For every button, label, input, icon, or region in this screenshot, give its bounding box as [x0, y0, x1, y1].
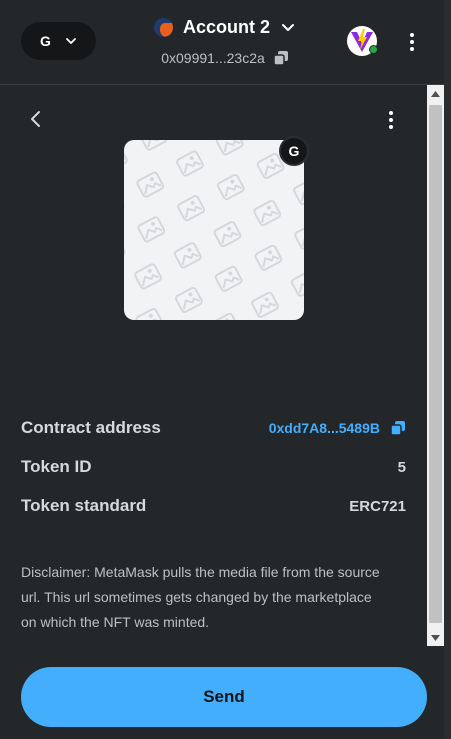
contract-address-label: Contract address — [21, 418, 161, 437]
scroll-down-arrow-icon[interactable] — [427, 629, 444, 646]
kebab-dot — [389, 125, 393, 129]
copy-icon[interactable] — [390, 420, 406, 436]
window-edge — [444, 0, 451, 739]
vertical-scrollbar[interactable] — [427, 85, 444, 646]
fox-avatar-icon — [153, 17, 173, 37]
send-button[interactable]: Send — [21, 667, 427, 727]
chevron-down-icon — [66, 38, 76, 44]
scroll-up-arrow-icon[interactable] — [427, 85, 444, 102]
kebab-dot — [410, 47, 414, 51]
kebab-dot — [389, 118, 393, 122]
token-id-row: Token ID 5 — [21, 454, 406, 480]
network-label: G — [40, 33, 51, 49]
account-address: 0x09991...23c2a — [161, 50, 265, 66]
token-id-value: 5 — [397, 458, 406, 476]
disclaimer-text: Disclaimer: MetaMask pulls the media fil… — [21, 564, 380, 630]
kebab-dot — [389, 111, 393, 115]
nft-options-button[interactable] — [382, 109, 400, 131]
kebab-dot — [410, 33, 414, 37]
copy-address-button[interactable]: 0x09991...23c2a — [140, 50, 310, 66]
nft-details: G Contract address 0xdd7A8...5489B Token… — [0, 85, 427, 646]
connection-status-dot — [369, 45, 378, 54]
nft-image-placeholder — [124, 140, 304, 320]
contract-address-link[interactable]: 0xdd7A8...5489B — [269, 420, 406, 436]
token-standard-value: ERC721 — [349, 497, 406, 515]
contract-address-row: Contract address 0xdd7A8...5489B — [21, 415, 406, 441]
scroll-thumb[interactable] — [429, 105, 442, 623]
token-standard-row: Token standard ERC721 — [21, 493, 406, 519]
kebab-dot — [410, 40, 414, 44]
image-placeholder-icon — [124, 140, 304, 320]
account-options-button[interactable] — [403, 30, 421, 54]
token-id-label: Token ID — [21, 457, 92, 476]
account-name: Account 2 — [182, 16, 270, 37]
account-selector[interactable]: Account 2 — [140, 12, 310, 42]
account-menu: Account 2 0x09991...23c2a — [140, 12, 310, 82]
copy-icon — [273, 51, 288, 66]
network-selector[interactable]: G — [21, 22, 96, 60]
token-standard-label: Token standard — [21, 496, 147, 515]
network-badge: G — [279, 136, 309, 166]
contract-address-value[interactable]: 0xdd7A8...5489B — [269, 420, 380, 436]
app-header: G Account 2 0x09991...23c2a — [0, 0, 451, 85]
chevron-down-icon — [282, 24, 294, 31]
back-arrow-icon[interactable] — [24, 107, 48, 131]
action-footer: Send — [0, 646, 444, 739]
